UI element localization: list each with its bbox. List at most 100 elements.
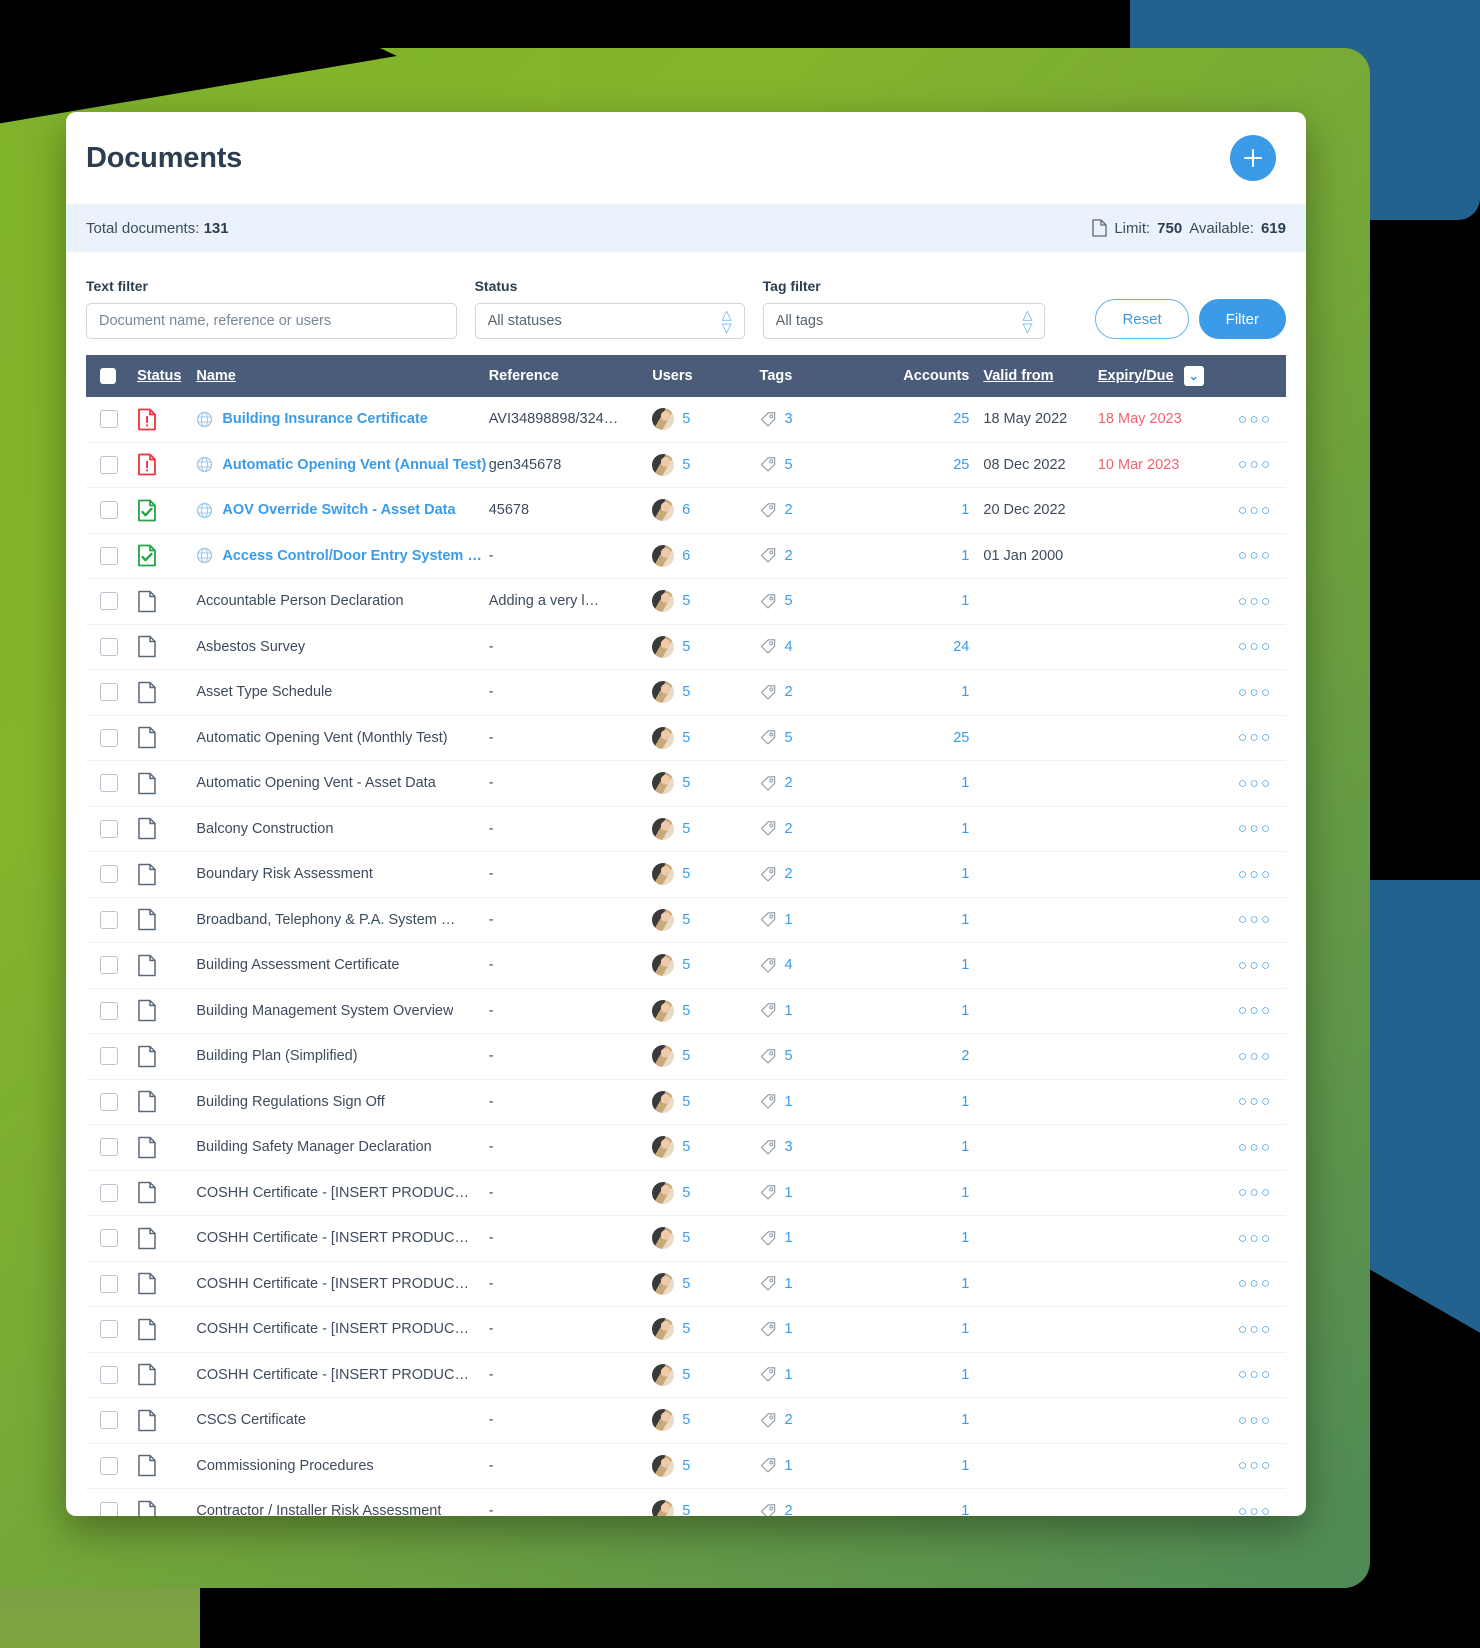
row-checkbox[interactable] xyxy=(100,1365,118,1384)
tags-count[interactable]: 4 xyxy=(785,639,793,655)
accounts-count[interactable]: 1 xyxy=(861,578,984,625)
row-actions-menu[interactable]: ○○○ xyxy=(1224,1124,1286,1171)
row-checkbox[interactable] xyxy=(100,819,118,838)
table-row[interactable]: Accountable Person Declaration Adding a v… xyxy=(86,578,1286,625)
row-actions-menu[interactable]: ○○○ xyxy=(1224,487,1286,534)
accounts-count[interactable]: 1 xyxy=(861,897,984,943)
table-row[interactable]: COSHH Certificate - [INSERT PRODUC… - 5 1 1 ○… xyxy=(86,1306,1286,1353)
users-count[interactable]: 5 xyxy=(682,1139,690,1155)
accounts-count[interactable]: 1 xyxy=(862,1489,984,1516)
row-checkbox[interactable] xyxy=(100,1456,118,1475)
row-checkbox[interactable] xyxy=(100,774,118,793)
table-row[interactable]: CSCS Certificate - 5 2 1 ○○○ xyxy=(86,1397,1286,1444)
users-count[interactable]: 5 xyxy=(682,1367,690,1383)
accounts-count[interactable]: 25 xyxy=(861,715,984,761)
table-row[interactable]: Asbestos Survey - 5 4 24 ○○○ xyxy=(86,624,1286,670)
users-count[interactable]: 5 xyxy=(682,411,690,427)
tags-count[interactable]: 2 xyxy=(785,775,793,791)
tags-count[interactable]: 5 xyxy=(785,593,793,609)
users-count[interactable]: 6 xyxy=(682,548,690,564)
tags-count[interactable]: 2 xyxy=(785,821,793,837)
tags-count[interactable]: 2 xyxy=(785,1503,793,1516)
table-row[interactable]: Building Insurance Certificate AVI3489889… xyxy=(86,397,1286,443)
tags-count[interactable]: 2 xyxy=(785,866,793,882)
table-row[interactable]: Building Assessment Certificate - 5 4 1 ○○○ xyxy=(86,942,1286,989)
users-count[interactable]: 5 xyxy=(682,957,690,973)
row-actions-menu[interactable]: ○○○ xyxy=(1224,1261,1286,1307)
accounts-count[interactable]: 25 xyxy=(861,442,984,488)
document-name[interactable]: Automatic Opening Vent (Annual Test) xyxy=(222,457,486,473)
table-row[interactable]: COSHH Certificate - [INSERT PRODUC… - 5 1 1 ○… xyxy=(86,1215,1286,1262)
column-status-label[interactable]: Status xyxy=(137,368,181,384)
table-row[interactable]: Commissioning Procedures - 5 1 1 ○○○ xyxy=(86,1443,1286,1489)
table-row[interactable]: Balcony Construction - 5 2 1 ○○○ xyxy=(86,806,1286,852)
users-count[interactable]: 5 xyxy=(682,912,690,928)
tags-count[interactable]: 1 xyxy=(785,1230,793,1246)
row-checkbox[interactable] xyxy=(100,592,118,611)
row-actions-menu[interactable]: ○○○ xyxy=(1224,1079,1286,1125)
tags-count[interactable]: 1 xyxy=(785,1094,793,1110)
row-checkbox[interactable] xyxy=(100,1502,118,1516)
accounts-count[interactable]: 2 xyxy=(861,1033,984,1080)
row-actions-menu[interactable]: ○○○ xyxy=(1224,988,1286,1034)
row-checkbox[interactable] xyxy=(100,865,118,884)
tags-count[interactable]: 1 xyxy=(785,912,793,928)
table-row[interactable]: Automatic Opening Vent - Asset Data - 5 2 1 ○… xyxy=(86,760,1286,807)
accounts-count[interactable]: 1 xyxy=(861,806,984,852)
tags-count[interactable]: 2 xyxy=(785,1412,793,1428)
users-count[interactable]: 5 xyxy=(682,1003,690,1019)
row-actions-menu[interactable]: ○○○ xyxy=(1224,1170,1286,1216)
accounts-count[interactable]: 1 xyxy=(861,760,984,807)
users-count[interactable]: 5 xyxy=(682,457,690,473)
users-count[interactable]: 5 xyxy=(682,1094,690,1110)
column-expiry-due-label[interactable]: Expiry/Due xyxy=(1098,368,1174,384)
row-checkbox[interactable] xyxy=(100,1047,118,1066)
row-actions-menu[interactable]: ○○○ xyxy=(1224,578,1286,625)
tags-count[interactable]: 1 xyxy=(785,1276,793,1292)
tags-count[interactable]: 1 xyxy=(785,1367,793,1383)
document-name[interactable]: Building Insurance Certificate xyxy=(222,411,427,427)
tags-count[interactable]: 5 xyxy=(785,730,793,746)
row-checkbox[interactable] xyxy=(100,1001,118,1020)
users-count[interactable]: 5 xyxy=(682,684,690,700)
row-checkbox[interactable] xyxy=(100,910,118,929)
tags-count[interactable]: 5 xyxy=(785,1048,793,1064)
tag-filter-select[interactable]: All tags △ ▽ xyxy=(762,303,1046,339)
accounts-count[interactable]: 1 xyxy=(861,1397,984,1444)
table-row[interactable]: Building Plan (Simplified) - 5 5 2 ○○○ xyxy=(86,1033,1286,1080)
tags-count[interactable]: 1 xyxy=(785,1458,793,1474)
row-actions-menu[interactable]: ○○○ xyxy=(1224,760,1286,807)
table-row[interactable]: Broadband, Telephony & P.A. System … - 5 1 1… xyxy=(86,897,1286,943)
tags-count[interactable]: 1 xyxy=(785,1321,793,1337)
document-name[interactable]: AOV Override Switch - Asset Data xyxy=(222,502,455,518)
accounts-count[interactable]: 25 xyxy=(861,397,984,443)
table-row[interactable]: Asset Type Schedule - 5 2 1 ○○○ xyxy=(86,669,1286,716)
users-count[interactable]: 5 xyxy=(682,1230,690,1246)
row-actions-menu[interactable]: ○○○ xyxy=(1224,897,1286,943)
users-count[interactable]: 5 xyxy=(682,1276,690,1292)
row-actions-menu[interactable]: ○○○ xyxy=(1224,1033,1286,1080)
table-row[interactable]: Automatic Opening Vent (Monthly Test) - 5 5… xyxy=(86,715,1286,761)
row-actions-menu[interactable]: ○○○ xyxy=(1224,1306,1286,1353)
users-count[interactable]: 5 xyxy=(682,1458,690,1474)
users-count[interactable]: 5 xyxy=(682,1412,690,1428)
select-all-checkbox[interactable] xyxy=(100,368,116,385)
users-count[interactable]: 5 xyxy=(682,866,690,882)
row-actions-menu[interactable]: ○○○ xyxy=(1224,715,1286,761)
text-filter-input[interactable] xyxy=(86,303,457,339)
accounts-count[interactable]: 1 xyxy=(861,988,984,1034)
row-checkbox[interactable] xyxy=(100,1183,118,1202)
users-count[interactable]: 6 xyxy=(682,502,690,518)
row-actions-menu[interactable]: ○○○ xyxy=(1224,851,1286,898)
tags-count[interactable]: 5 xyxy=(785,457,793,473)
accounts-count[interactable]: 24 xyxy=(861,624,984,670)
accounts-count[interactable]: 1 xyxy=(861,851,984,898)
row-checkbox[interactable] xyxy=(100,637,118,656)
table-row[interactable]: Contractor / Installer Risk Assessment - 5… xyxy=(86,1489,1286,1516)
row-checkbox[interactable] xyxy=(100,1274,118,1293)
table-row[interactable]: Building Management System Overview - 5 1 1 ○… xyxy=(86,988,1286,1034)
users-count[interactable]: 5 xyxy=(682,775,690,791)
row-actions-menu[interactable]: ○○○ xyxy=(1224,1397,1286,1444)
table-row[interactable]: Access Control/Door Entry System O… - 6 2 1 0… xyxy=(86,533,1286,579)
tags-count[interactable]: 3 xyxy=(785,411,793,427)
